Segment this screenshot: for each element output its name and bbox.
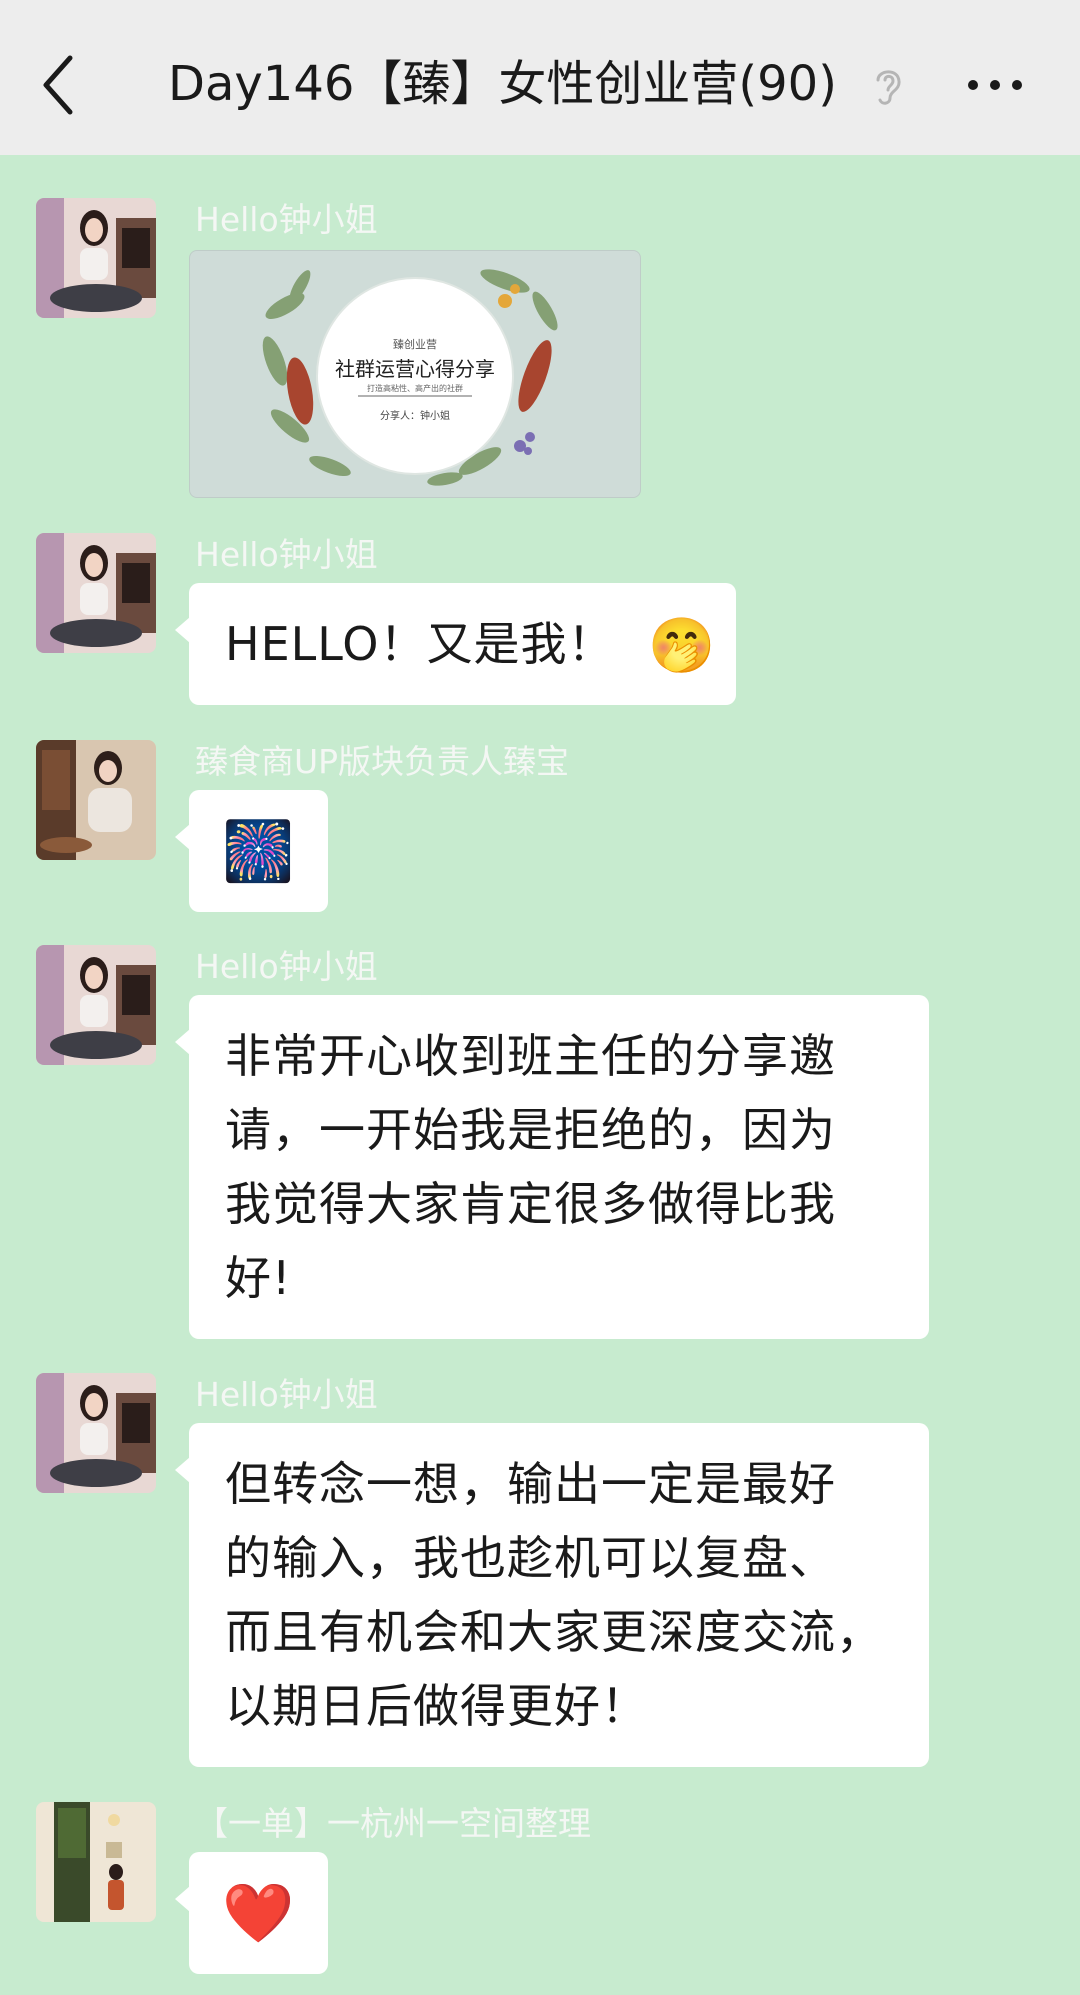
emoji-message[interactable]: 🎆 [175, 790, 328, 912]
chat-title: Day146【臻】女性创业营(90) [168, 56, 837, 112]
text-message[interactable]: HELLO！又是我！ 🤭 [175, 583, 736, 705]
emoji-message[interactable]: ❤️ [175, 1852, 328, 1974]
more-button[interactable] [965, 70, 1025, 100]
heart-emoji: ❤️ [222, 1879, 295, 1947]
back-button[interactable] [40, 50, 80, 120]
sender-name: 臻食商UP版块负责人臻宝 [195, 742, 570, 781]
card-brand: 臻创业营 [393, 337, 437, 351]
avatar[interactable] [36, 533, 156, 653]
message-line: 的输入，我也趁机可以复盘、 [225, 1531, 836, 1585]
message-line: 但转念一想，输出一定是最好 [225, 1457, 836, 1511]
sender-name: Hello钟小姐 [195, 200, 378, 239]
avatar[interactable] [36, 1802, 156, 1922]
text-message[interactable]: 但转念一想，输出一定是最好 的输入，我也趁机可以复盘、 而且有机会和大家更深度交… [175, 1423, 929, 1767]
chat-header: Day146【臻】女性创业营(90) [0, 0, 1080, 155]
card-subtitle: 打造高粘性、高产出的社群 [367, 383, 463, 393]
avatar[interactable] [36, 198, 156, 318]
card-title: 社群运营心得分享 [335, 357, 495, 381]
message-text: HELLO！又是我！ [225, 617, 615, 671]
more-dots-icon [968, 80, 1022, 90]
image-message[interactable]: 臻创业营 社群运营心得分享 打造高粘性、高产出的社群 分享人：钟小姐 [189, 250, 641, 498]
text-message[interactable]: 非常开心收到班主任的分享邀 请，一开始我是拒绝的，因为 我觉得大家肯定很多做得比… [175, 995, 929, 1339]
sender-name: Hello钟小姐 [195, 947, 378, 986]
share-card-image: 臻创业营 社群运营心得分享 打造高粘性、高产出的社群 分享人：钟小姐 [262, 269, 558, 486]
sender-name: Hello钟小姐 [195, 1375, 378, 1414]
sender-name: 【一单】一杭州一空间整理 [195, 1804, 591, 1843]
card-presenter: 分享人：钟小姐 [380, 409, 450, 422]
fireworks-emoji: 🎆 [222, 817, 295, 885]
face-with-hand-over-mouth-emoji: 🤭 [648, 614, 717, 677]
avatar[interactable] [36, 1373, 156, 1493]
sender-name: Hello钟小姐 [195, 535, 378, 574]
avatar[interactable] [36, 740, 156, 860]
avatar[interactable] [36, 945, 156, 1065]
chevron-left-icon [43, 55, 73, 115]
ear-icon [870, 64, 906, 108]
message-line: 我觉得大家肯定很多做得比我 [225, 1177, 836, 1231]
message-line: 以期日后做得更好！ [225, 1679, 648, 1733]
message-line: 非常开心收到班主任的分享邀 [225, 1029, 836, 1083]
message-line: 好! [225, 1251, 292, 1305]
message-line: 而且有机会和大家更深度交流， [225, 1605, 883, 1659]
message-line: 请，一开始我是拒绝的，因为 [225, 1103, 836, 1157]
